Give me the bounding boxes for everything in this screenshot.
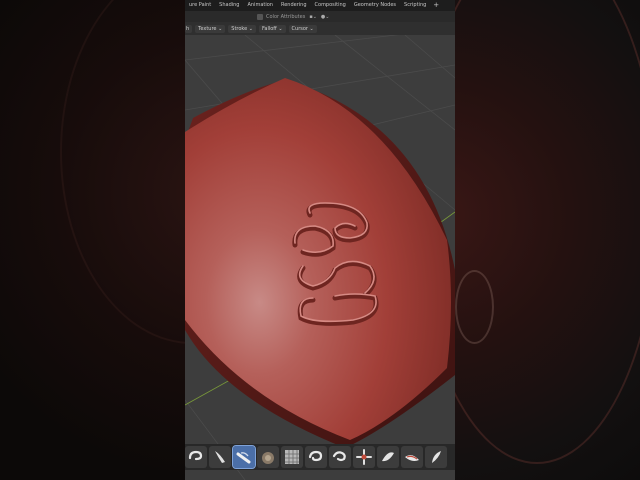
right-blurred-background xyxy=(455,0,640,480)
flatten-brush-icon xyxy=(382,452,394,462)
x-axis-line xyxy=(185,379,231,406)
pinch-brush-button[interactable] xyxy=(425,446,447,468)
color-attributes-icon xyxy=(257,13,263,20)
left-blurred-background xyxy=(0,0,185,480)
brush-menu[interactable]: h xyxy=(185,24,193,33)
grab-brush-button[interactable] xyxy=(305,446,327,468)
tab-scripting[interactable]: Scripting xyxy=(400,0,430,11)
clay-strips-brush-button[interactable] xyxy=(209,446,231,468)
snake-hook-brush-icon xyxy=(332,451,346,462)
clay-strips-brush-icon xyxy=(215,451,225,463)
sculpt-scene xyxy=(185,27,455,480)
blob-brush-button[interactable] xyxy=(401,446,423,468)
color-attributes-label[interactable]: Color Attributes xyxy=(266,14,305,20)
scrape-texture-brush-button[interactable] xyxy=(281,446,303,468)
snake-hook-brush-button[interactable] xyxy=(329,446,351,468)
draw-brush-button[interactable] xyxy=(185,446,207,468)
crease-brush-icon xyxy=(236,452,251,464)
crease-brush-button[interactable] xyxy=(232,445,256,469)
tab-shading[interactable]: Shading xyxy=(215,0,243,11)
add-workspace-button[interactable]: + xyxy=(430,0,442,11)
flatten-brush-button[interactable] xyxy=(377,446,399,468)
brush-size-dropdown-icon[interactable]: ▪⌄ xyxy=(309,14,317,20)
scrape-texture-brush-icon xyxy=(285,450,299,464)
sculpt-header: Color Attributes ▪⌄ ●⌄ xyxy=(185,11,455,22)
grab-brush-icon xyxy=(308,450,323,462)
pose-brush-button[interactable] xyxy=(353,446,375,468)
tab-geometry-nodes[interactable]: Geometry Nodes xyxy=(350,0,400,11)
brush-strength-dropdown-icon[interactable]: ●⌄ xyxy=(321,14,330,20)
smooth-brush-button[interactable] xyxy=(257,446,279,468)
draw-brush-icon xyxy=(188,450,203,461)
pinch-brush-icon xyxy=(432,451,441,463)
tool-settings-header: h Texture ⌄ Stroke ⌄ Falloff ⌄ Cursor ⌄ xyxy=(185,22,455,35)
falloff-menu[interactable]: Falloff ⌄ xyxy=(258,24,286,33)
tab-rendering[interactable]: Rendering xyxy=(277,0,311,11)
blob-brush-icon xyxy=(405,455,419,461)
texture-menu[interactable]: Texture ⌄ xyxy=(195,24,226,33)
tab-texture-paint[interactable]: ure Paint xyxy=(185,0,215,11)
smooth-brush-icon xyxy=(262,452,274,464)
3d-viewport[interactable]: ure Paint Shading Animation Rendering Co… xyxy=(185,0,455,480)
sculpt-mesh xyxy=(185,78,451,440)
cursor-menu[interactable]: Cursor ⌄ xyxy=(288,24,317,33)
tab-compositing[interactable]: Compositing xyxy=(311,0,350,11)
stroke-menu[interactable]: Stroke ⌄ xyxy=(228,24,256,33)
tab-animation[interactable]: Animation xyxy=(243,0,277,11)
pose-brush-icon xyxy=(356,449,372,465)
workspace-tab-bar: ure Paint Shading Animation Rendering Co… xyxy=(185,0,455,11)
brush-toolshelf xyxy=(185,444,455,470)
